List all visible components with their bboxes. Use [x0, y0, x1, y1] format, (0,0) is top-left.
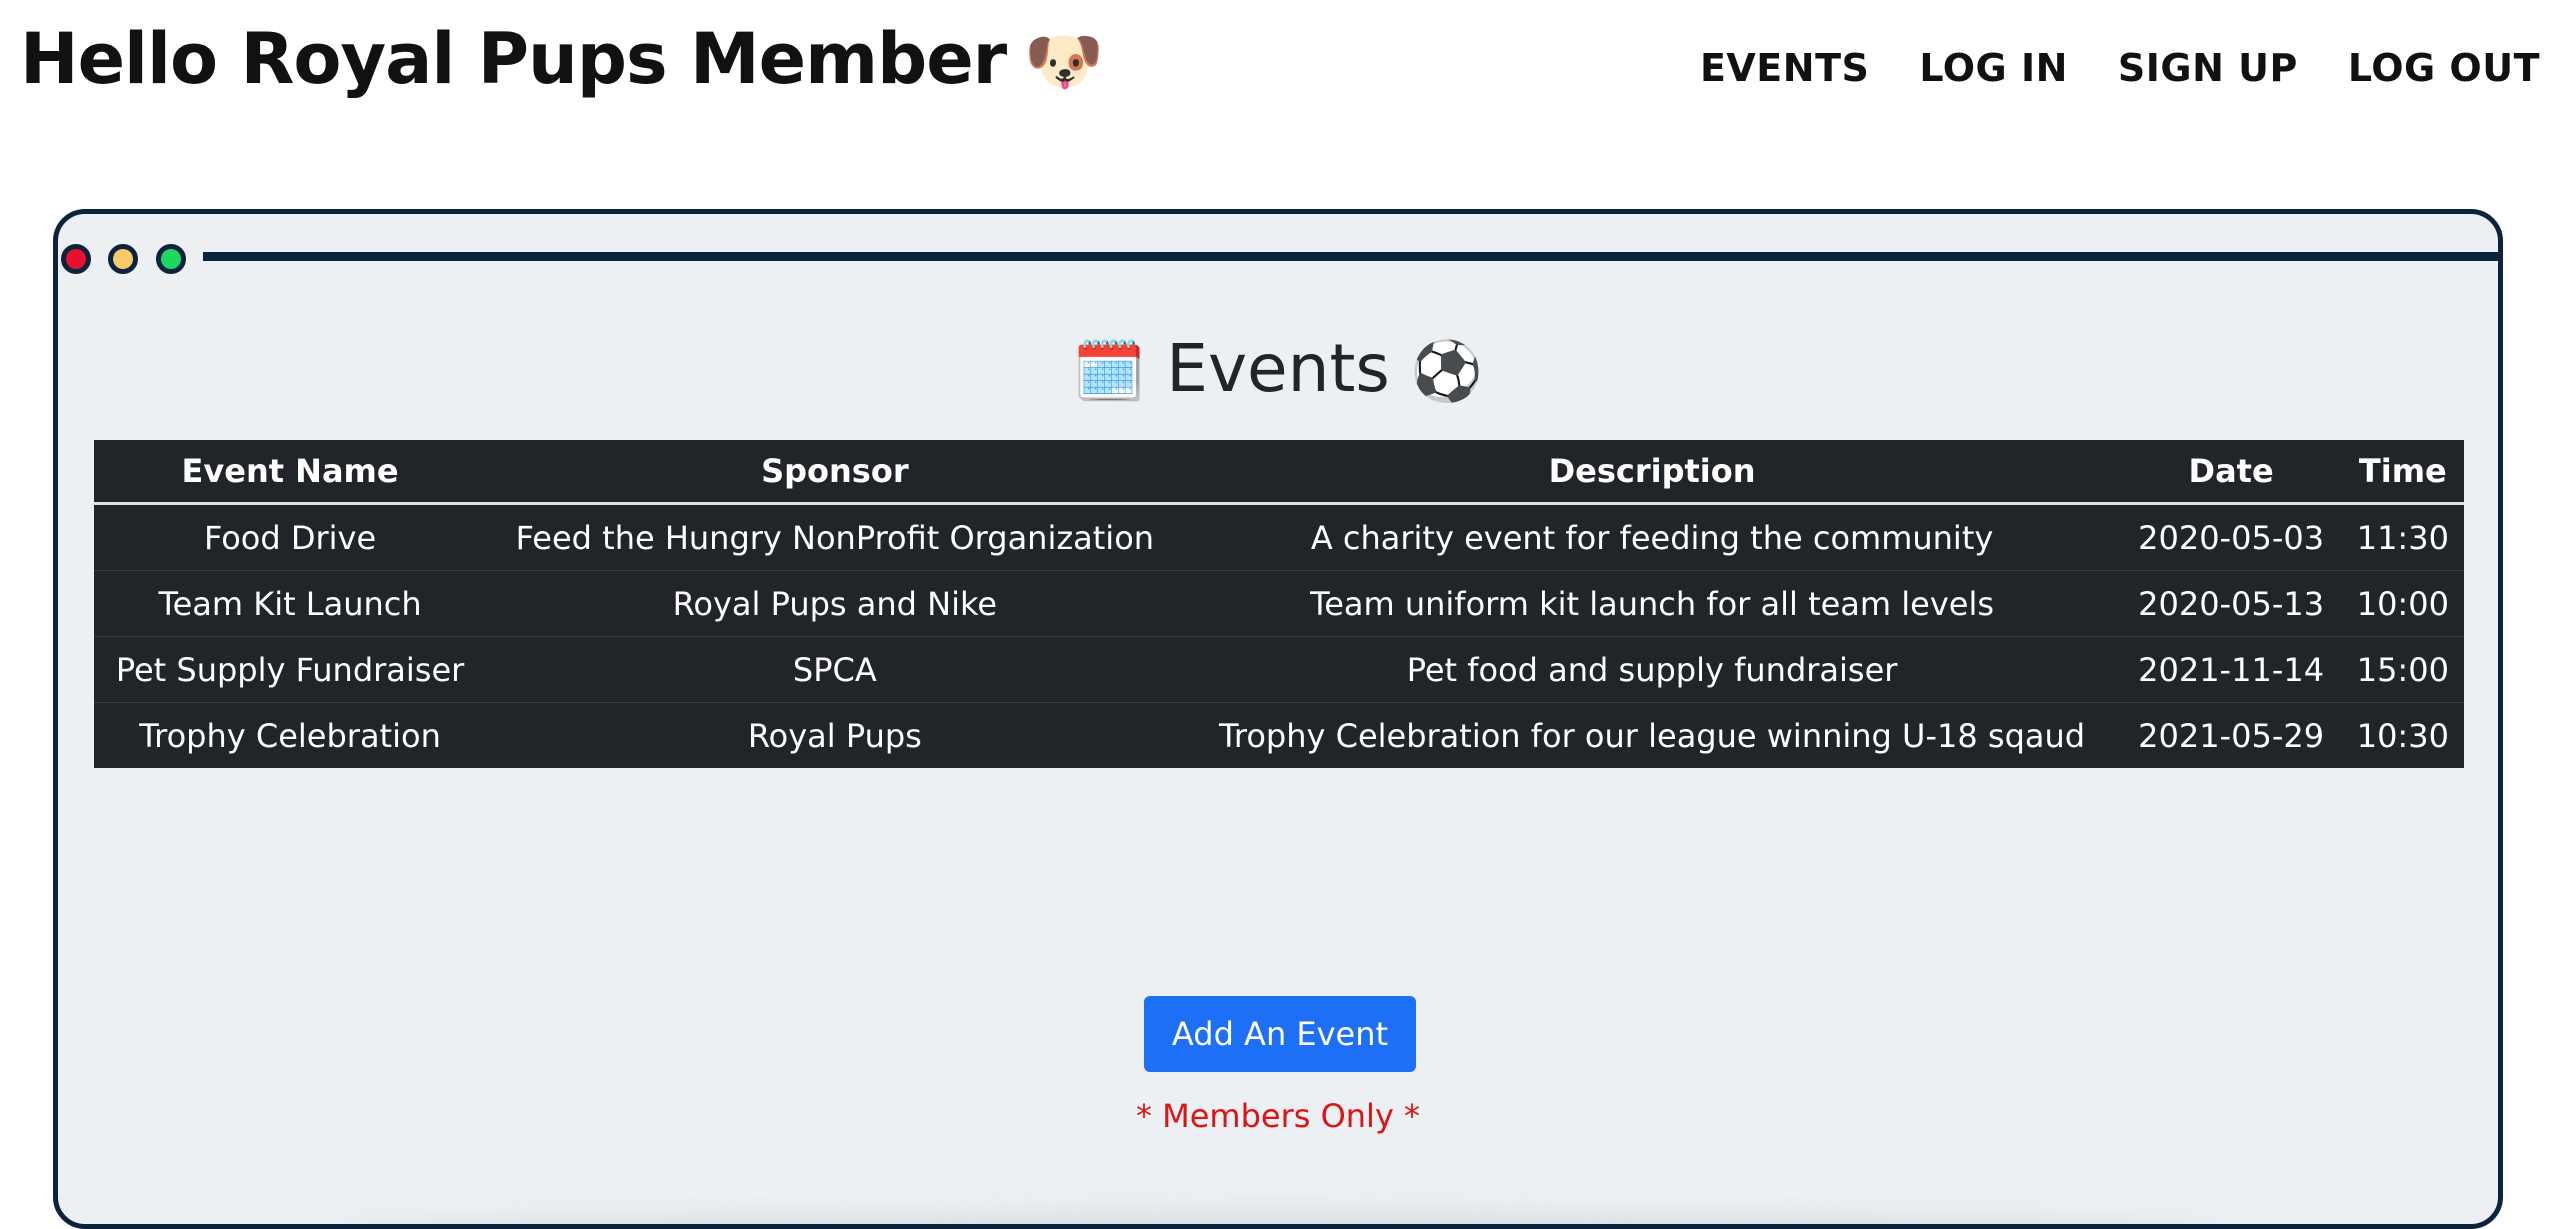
table-row: Team Kit Launch Royal Pups and Nike Team…: [94, 570, 2464, 637]
nav-link-log-out[interactable]: LOG OUT: [2348, 38, 2540, 98]
date-cell: 2020-05-13: [2120, 570, 2342, 637]
date-cell: 2021-11-14: [2120, 636, 2342, 703]
column-header-sponsor: Sponsor: [486, 440, 1184, 505]
dog-face-icon: 🐶: [1024, 25, 1104, 99]
event-name-cell: Team Kit Launch: [94, 570, 487, 637]
sponsor-cell: SPCA: [486, 636, 1184, 703]
events-table-header: Event Name Sponsor Description Date Time: [94, 440, 2464, 505]
site-title-text: Hello Royal Pups Member: [20, 18, 1007, 100]
sponsor-cell: Feed the Hungry NonProfit Organization: [486, 503, 1184, 571]
date-cell: 2021-05-29: [2120, 702, 2342, 768]
sponsor-cell: Royal Pups and Nike: [486, 570, 1184, 637]
time-cell: 15:00: [2341, 636, 2464, 703]
events-heading-text: Events: [1166, 330, 1390, 407]
event-name-cell: Food Drive: [94, 503, 487, 571]
members-only-note: * Members Only *: [1135, 1097, 1421, 1135]
events-table: Event Name Sponsor Description Date Time…: [94, 440, 2464, 768]
top-bar: Hello Royal Pups Member 🐶 EVENTS LOG IN S…: [0, 0, 2560, 130]
description-cell: A charity event for feeding the communit…: [1183, 503, 2121, 571]
calendar-icon: 🗓️: [1073, 337, 1146, 405]
time-cell: 10:00: [2341, 570, 2464, 637]
time-cell: 11:30: [2341, 503, 2464, 571]
description-cell: Team uniform kit launch for all team lev…: [1183, 570, 2121, 637]
description-cell: Pet food and supply fundraiser: [1183, 636, 2121, 703]
nav-link-sign-up[interactable]: SIGN UP: [2118, 38, 2298, 98]
table-row: Trophy Celebration Royal Pups Trophy Cel…: [94, 702, 2464, 768]
table-row: Food Drive Feed the Hungry NonProfit Org…: [94, 503, 2464, 571]
description-cell: Trophy Celebration for our league winnin…: [1183, 702, 2121, 768]
window-maximize-dot-icon: [156, 244, 186, 274]
window-minimize-dot-icon: [108, 244, 138, 274]
window-title-bar: [58, 214, 2498, 274]
column-header-date: Date: [2120, 440, 2342, 505]
soccer-ball-icon: ⚽: [1410, 337, 1483, 405]
table-row: Pet Supply Fundraiser SPCA Pet food and …: [94, 636, 2464, 703]
nav-link-log-in[interactable]: LOG IN: [1919, 38, 2068, 98]
window-close-dot-icon: [61, 244, 91, 274]
window-title-line: [203, 252, 2498, 261]
event-name-cell: Pet Supply Fundraiser: [94, 636, 487, 703]
add-event-button[interactable]: Add An Event: [1144, 996, 1416, 1072]
column-header-description: Description: [1183, 440, 2121, 505]
column-header-event-name: Event Name: [94, 440, 487, 505]
events-heading: 🗓️ Events ⚽: [58, 324, 2498, 416]
site-title: Hello Royal Pups Member 🐶: [20, 14, 1104, 107]
table-header-row: Event Name Sponsor Description Date Time: [94, 440, 2464, 505]
main-nav: EVENTS LOG IN SIGN UP LOG OUT: [1700, 38, 2540, 98]
nav-link-events[interactable]: EVENTS: [1700, 38, 1869, 98]
column-header-time: Time: [2341, 440, 2464, 505]
browser-window-frame: 🗓️ Events ⚽ Event Name Sponsor Descripti…: [53, 209, 2503, 1229]
time-cell: 10:30: [2341, 702, 2464, 768]
event-name-cell: Trophy Celebration: [94, 702, 487, 768]
bottom-shadow: [338, 1214, 2218, 1224]
date-cell: 2020-05-03: [2120, 503, 2342, 571]
sponsor-cell: Royal Pups: [486, 702, 1184, 768]
events-table-body: Food Drive Feed the Hungry NonProfit Org…: [94, 503, 2464, 768]
